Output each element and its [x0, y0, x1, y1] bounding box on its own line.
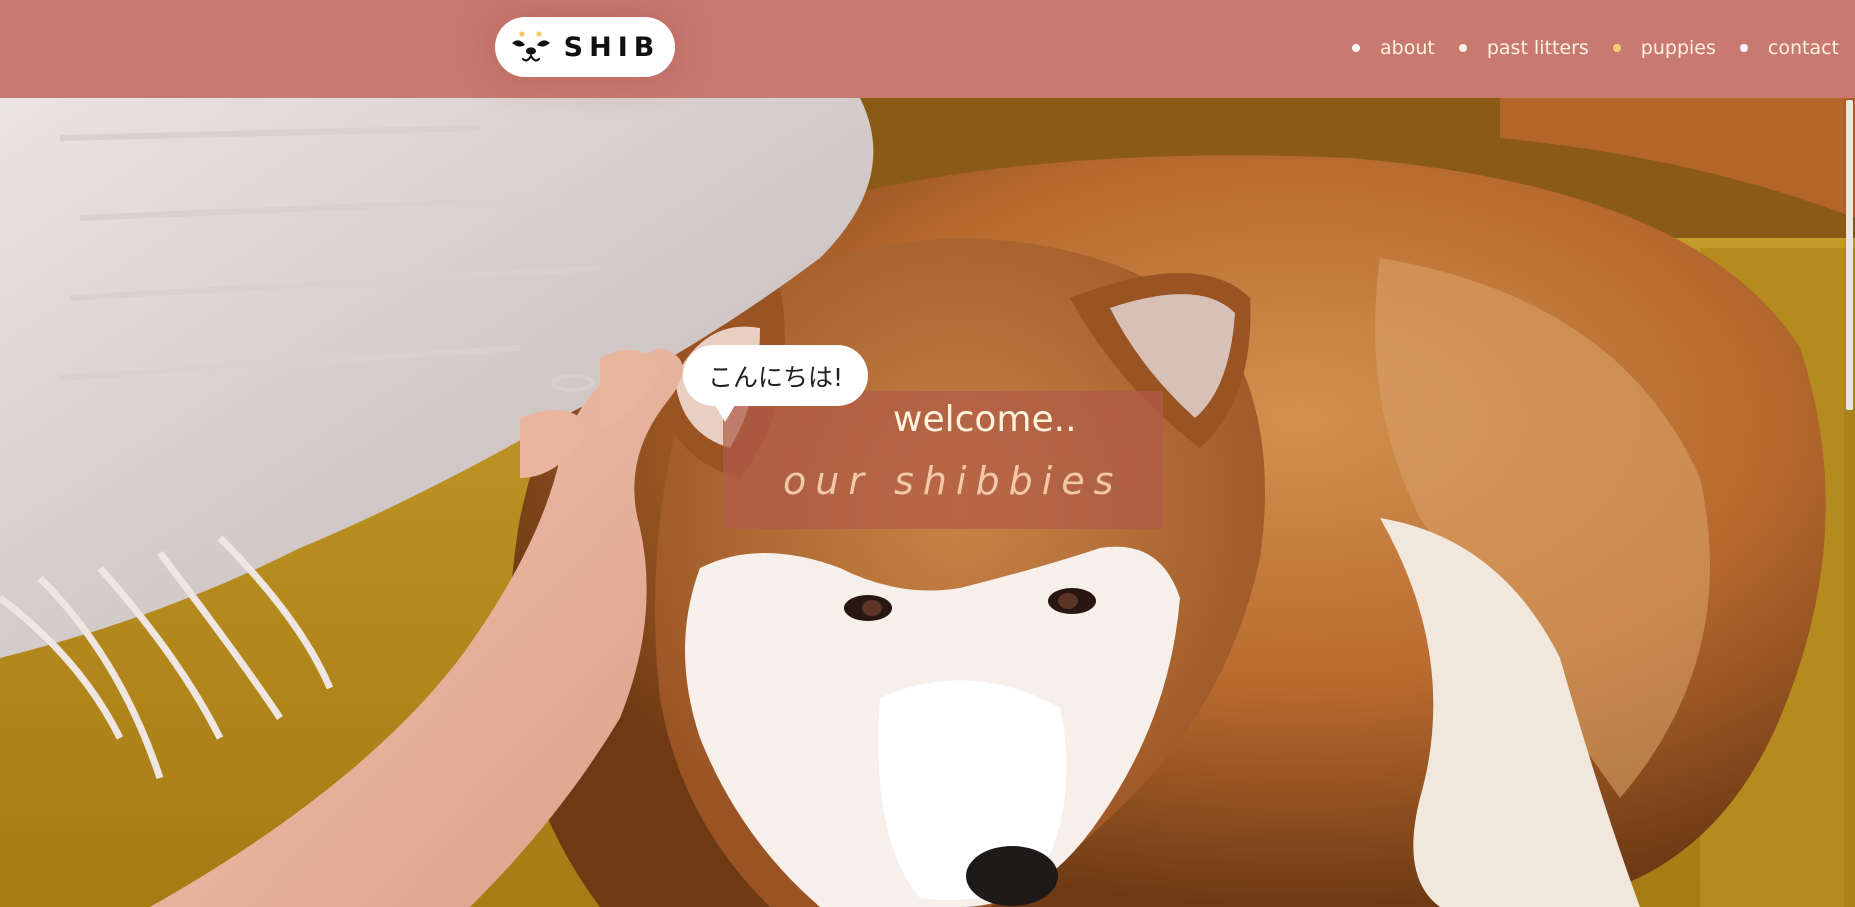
nav-item-contact[interactable]: contact	[1739, 37, 1839, 59]
main-nav: about past litters puppies contact	[1328, 0, 1855, 96]
nav-label: past litters	[1486, 37, 1589, 59]
welcome-title: welcome..	[893, 399, 1077, 440]
site-logo[interactable]: SHIB	[495, 17, 675, 77]
logo-text: SHIB	[563, 31, 661, 63]
nav-label: contact	[1767, 37, 1839, 59]
bullet-dot-icon	[1458, 44, 1467, 52]
scrollbar-thumb[interactable]	[1846, 100, 1853, 410]
welcome-subtitle: our shibbies	[783, 459, 1123, 503]
nav-item-past-litters[interactable]: past litters	[1458, 37, 1589, 59]
bullet-dot-icon	[1352, 44, 1361, 52]
page: SHIB about past litters puppies contact	[0, 0, 1855, 907]
nav-label: about	[1380, 37, 1435, 59]
greeting-bubble: こんにちは!	[683, 345, 868, 422]
site-header: SHIB about past litters puppies contact	[0, 0, 1855, 98]
shiba-face-icon	[511, 31, 550, 62]
hero-section: こんにちは! welcome.. our shibbies	[0, 98, 1855, 907]
greeting-text: こんにちは!	[707, 362, 844, 392]
welcome-banner: welcome.. our shibbies	[723, 391, 1163, 529]
bullet-dot-icon	[1612, 44, 1621, 52]
nav-label: puppies	[1640, 37, 1716, 59]
nav-item-about[interactable]: about	[1352, 37, 1435, 59]
page-scrollbar[interactable]	[1844, 98, 1855, 907]
bullet-dot-icon	[1739, 44, 1748, 52]
nav-item-puppies[interactable]: puppies	[1612, 37, 1716, 59]
